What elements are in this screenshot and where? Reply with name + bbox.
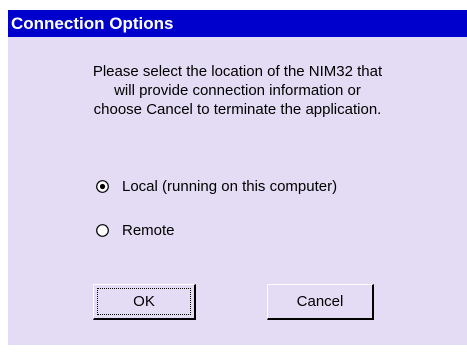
message-line: Please select the location of the NIM32 … <box>92 63 383 80</box>
radio-label-remote[interactable]: Remote <box>122 222 175 239</box>
dialog-message: Please select the location of the NIM32 … <box>8 62 467 119</box>
dialog-title: Connection Options <box>11 14 174 33</box>
radio-option-local[interactable]: Local (running on this computer) <box>96 176 337 196</box>
cancel-button-label: Cancel <box>296 293 344 310</box>
ok-button-label: OK <box>133 293 155 310</box>
dialog-title-bar: Connection Options <box>8 10 467 37</box>
radio-button-selected-icon[interactable] <box>96 179 109 193</box>
cancel-button[interactable]: Cancel <box>267 284 374 320</box>
radio-button-unselected-icon[interactable] <box>96 223 109 237</box>
connection-options-dialog: Connection Options Please select the loc… <box>8 10 467 345</box>
ok-button[interactable]: OK <box>93 284 196 320</box>
message-line: will provide connection information or <box>114 82 361 99</box>
message-line: choose Cancel to terminate the applicati… <box>93 101 382 118</box>
radio-label-local[interactable]: Local (running on this computer) <box>122 178 337 195</box>
radio-option-remote[interactable]: Remote <box>96 220 175 240</box>
